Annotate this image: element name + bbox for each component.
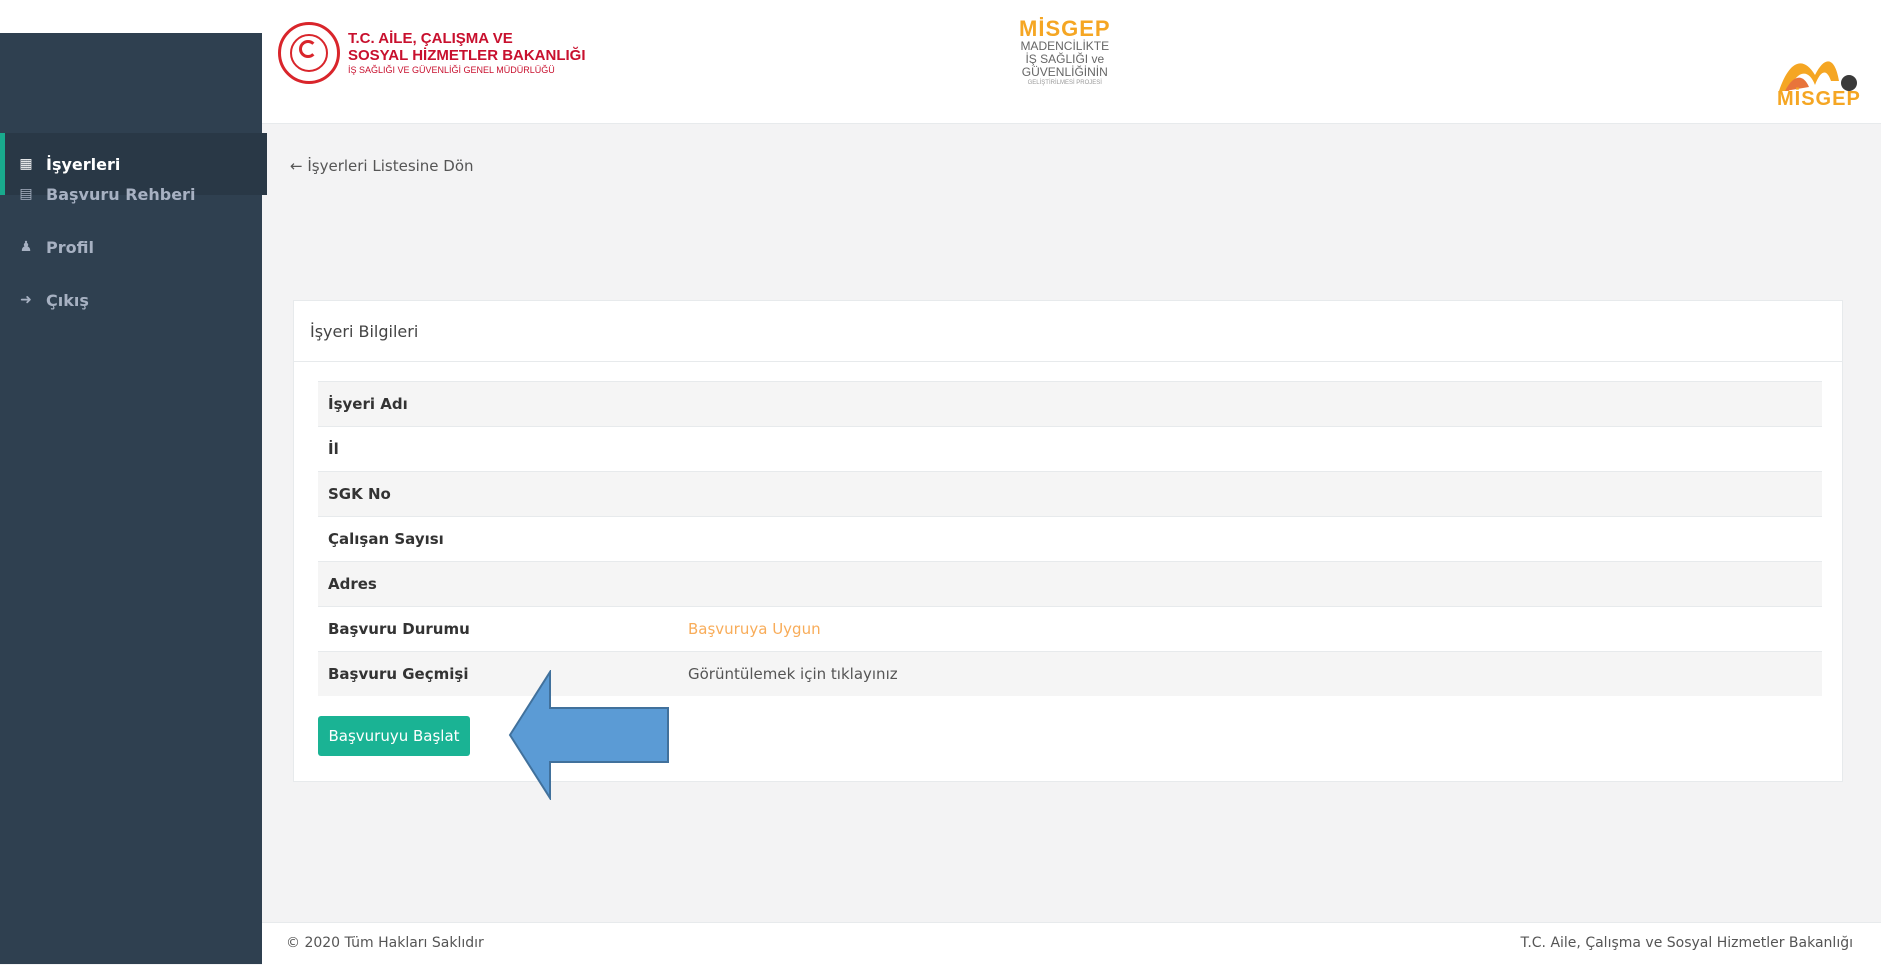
sidebar-item-cikis[interactable]: ➜ Çıkış [0,269,262,331]
workplace-info-table: İşyeri Adı İl SGK No Çalışan Sayısı Adre… [318,381,1822,696]
table-row: İl [318,426,1822,471]
table-row: SGK No [318,471,1822,516]
table-row: İşyeri Adı [318,381,1822,426]
misgep-project-logo: MİSGEP MADENCİLİKTE İŞ SAĞLIĞI ve GÜVENL… [1019,18,1111,87]
sidebar-item-label: Çıkış [46,290,89,310]
misgep-brand-text: MİSGEP [1777,88,1861,110]
sidebar-item-label: Başvuru Rehberi [46,184,196,204]
sidebar-item-label: Profil [46,237,94,257]
start-application-button[interactable]: Başvuruyu Başlat [318,716,470,756]
file-icon: ▤ [19,186,33,202]
annotation-arrow-icon [508,670,669,800]
misgep-subtitle-4: GELİŞTİRİLMESİ PROJESİ [1027,80,1102,86]
ministry-name-line1: T.C. AİLE, ÇALIŞMA VE [348,30,513,47]
row-label: SGK No [328,485,391,503]
table-row: Başvuru Durumu Başvuruya Uygun [318,606,1822,651]
footer: © 2020 Tüm Hakları Saklıdır T.C. Aile, Ç… [262,922,1881,965]
ministry-seal-icon [278,22,340,84]
panel-title: İşyeri Bilgileri [294,301,1842,362]
row-label: Çalışan Sayısı [328,530,444,548]
sidebar: ▦ İşyerleri ▤ Başvuru Rehberi ♟ Profil ➜… [0,33,267,964]
arrow-left-icon: ← [290,157,303,175]
sidebar-top-strip [0,0,262,33]
sign-out-icon: ➜ [20,292,32,308]
ministry-name-line2: SOSYAL HİZMETLER BAKANLIĞI [348,47,586,64]
row-label: İl [328,440,339,458]
misgep-subtitle-3: GÜVENLİĞİNİN [1021,65,1108,79]
footer-ministry: T.C. Aile, Çalışma ve Sosyal Hizmetler B… [1520,935,1853,951]
ministry-name-line3: İŞ SAĞLIĞI VE GÜVENLİĞİ GENEL MÜDÜRLÜĞÜ [348,65,555,75]
misgep-title: MİSGEP [1019,16,1111,41]
misgep-brand-logo: MİSGEP [1775,55,1861,115]
application-status-value: Başvuruya Uygun [688,620,821,638]
row-label: Başvuru Durumu [328,620,470,638]
user-icon: ♟ [19,239,33,255]
row-label: İşyeri Adı [328,395,408,413]
table-row: Adres [318,561,1822,606]
top-header: T.C. AİLE, ÇALIŞMA VE SOSYAL HİZMETLER B… [262,0,1881,124]
application-history-link[interactable]: Görüntülemek için tıklayınız [688,665,898,683]
row-label: Adres [328,575,377,593]
back-to-list-link[interactable]: ← İşyerleri Listesine Dön [290,157,474,175]
table-row: Çalışan Sayısı [318,516,1822,561]
ministry-logo: T.C. AİLE, ÇALIŞMA VE SOSYAL HİZMETLER B… [278,22,586,84]
back-link-label: İşyerleri Listesine Dön [307,157,474,175]
footer-copyright: © 2020 Tüm Hakları Saklıdır [286,935,484,951]
